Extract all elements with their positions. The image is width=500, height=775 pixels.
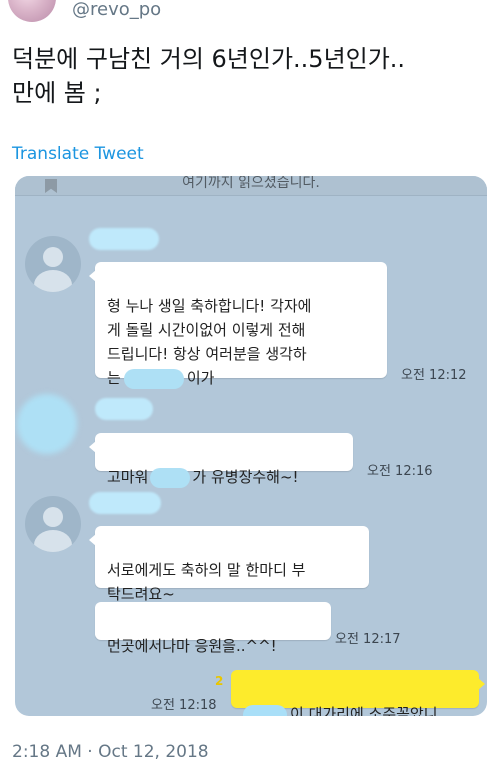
- translate-tweet-link[interactable]: Translate Tweet: [12, 144, 144, 164]
- sender-avatar: [25, 236, 81, 292]
- my-message-bubble: 이 대가리에 소주꽂았니: [231, 670, 485, 716]
- tweet-text: 덕분에 구남친 거의 6년인가..5년인가.. 만에 봄 ;: [12, 45, 406, 107]
- censored-sender-name: [95, 398, 153, 420]
- tweet-header: @revo_po: [0, 0, 500, 22]
- read-notice-bar: 여기까지 읽으셨습니다.: [15, 176, 487, 196]
- message-time: 오전 12:12: [401, 368, 467, 383]
- unread-count: 2: [215, 674, 224, 688]
- profile-avatar[interactable]: [8, 0, 56, 22]
- censored-sender-name: [89, 228, 159, 250]
- message-time: 오전 12:18: [151, 698, 217, 713]
- message-text: 서로에게도 축하의 말 한마디 부 탁드려요~: [107, 561, 306, 603]
- message-bubble-4: 먼곳에서나마 응원을..^^!: [95, 602, 331, 655]
- censored-name: [243, 704, 287, 716]
- censored-sender-avatar: [17, 394, 77, 454]
- chat-screenshot-image: 여기까지 읽으셨습니다. 형 누나 생일 축하합니다! 각자에 게 돌릴 시간이…: [15, 176, 487, 716]
- message-text-tail: 가 유병장수해~!: [192, 468, 299, 486]
- censored-sender-name: [89, 492, 161, 514]
- message-bubble-3: 서로에게도 축하의 말 한마디 부 탁드려요~: [89, 526, 369, 603]
- read-notice-text: 여기까지 읽으셨습니다.: [182, 176, 320, 191]
- message-time: 오전 12:16: [367, 464, 433, 479]
- message-text-tail: 이가: [186, 369, 215, 387]
- message-text: 이 대가리에 소주꽂았니: [290, 705, 438, 716]
- message-bubble-2: 고마워 가 유병장수해~!: [89, 433, 353, 488]
- bookmark-icon: [45, 179, 57, 193]
- censored-name: [123, 368, 184, 389]
- message-bubble-1: 형 누나 생일 축하합니다! 각자에 게 돌릴 시간이없어 이렇게 전해 드립니…: [89, 262, 387, 389]
- censored-name: [150, 467, 191, 488]
- user-handle[interactable]: @revo_po: [72, 0, 161, 20]
- message-text: 먼곳에서나마 응원을..^^!: [107, 637, 277, 655]
- tweet-timestamp[interactable]: 2:18 AM · Oct 12, 2018: [12, 742, 209, 762]
- sender-avatar: [25, 496, 81, 552]
- message-text: 고마워: [107, 468, 149, 486]
- message-time: 오전 12:17: [335, 632, 401, 647]
